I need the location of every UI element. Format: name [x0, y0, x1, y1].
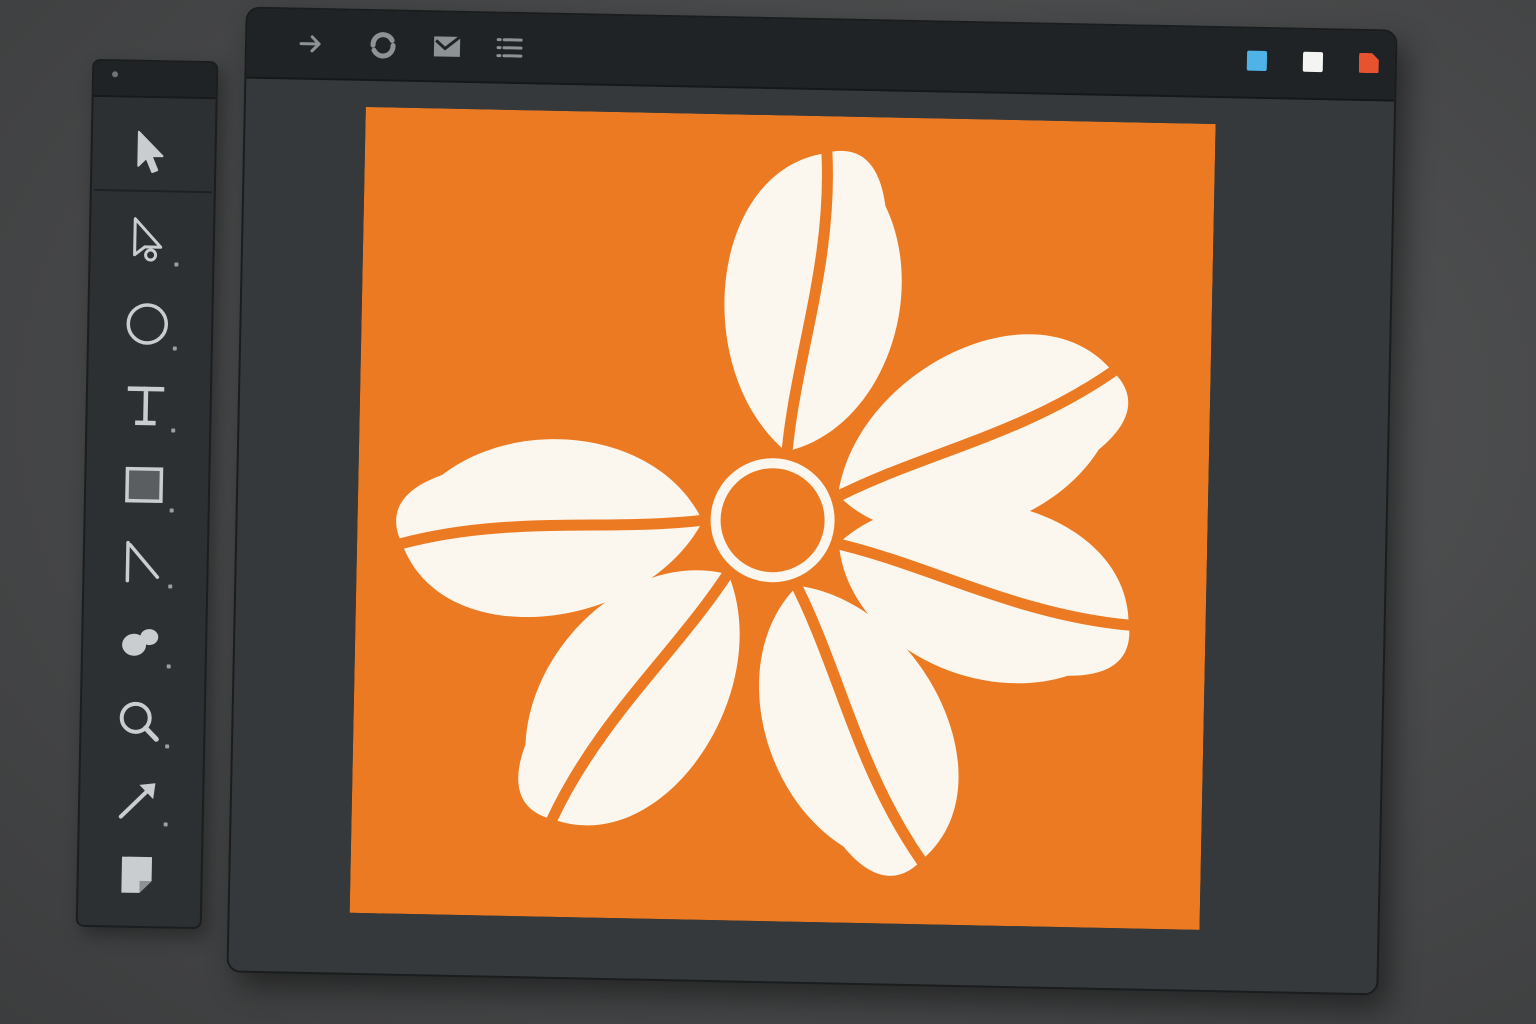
pen-cursor-icon [133, 217, 163, 262]
arrow-tool[interactable] [106, 767, 171, 832]
tool-palette-divider [93, 188, 212, 194]
line-tool[interactable] [110, 529, 175, 594]
circle-icon [126, 303, 169, 345]
document-window [226, 6, 1398, 996]
arrow-right-icon [299, 35, 321, 53]
ellipse-tool[interactable] [115, 291, 180, 356]
arrow-cursor-icon [137, 130, 164, 174]
text-t-icon [127, 386, 165, 426]
type-tool[interactable] [113, 373, 178, 438]
grip-dot-icon [111, 71, 119, 78]
shape-builder-tool[interactable] [109, 609, 174, 674]
menu-button[interactable] [493, 32, 526, 65]
artwork-canvas [349, 106, 1216, 930]
note-tool[interactable] [104, 843, 169, 908]
direct-selection-tool[interactable] [116, 207, 181, 272]
selection-tool[interactable] [118, 119, 183, 184]
envelope-icon [433, 35, 462, 57]
square-icon [125, 466, 164, 504]
tool-palette [75, 58, 219, 930]
line-icon [125, 540, 160, 583]
hamburger-icon [496, 38, 523, 58]
tool-palette-grip[interactable] [93, 60, 217, 100]
artboard[interactable] [349, 106, 1216, 930]
blob-icon [122, 629, 159, 656]
swatch-blue[interactable] [1246, 50, 1268, 72]
swatch-red[interactable] [1359, 53, 1379, 73]
workspace [0, 0, 1536, 1024]
zoom-tool[interactable] [107, 689, 172, 754]
refresh-icon [370, 32, 396, 59]
rectangle-tool[interactable] [112, 453, 177, 518]
forward-button[interactable] [295, 28, 328, 61]
note-icon [121, 856, 153, 893]
swatch-white[interactable] [1302, 51, 1324, 73]
mail-button[interactable] [431, 30, 464, 63]
sync-button[interactable] [367, 29, 400, 62]
magnifier-icon [119, 701, 159, 742]
diagonal-arrow-icon [118, 783, 156, 819]
canvas-area[interactable] [228, 78, 1395, 994]
